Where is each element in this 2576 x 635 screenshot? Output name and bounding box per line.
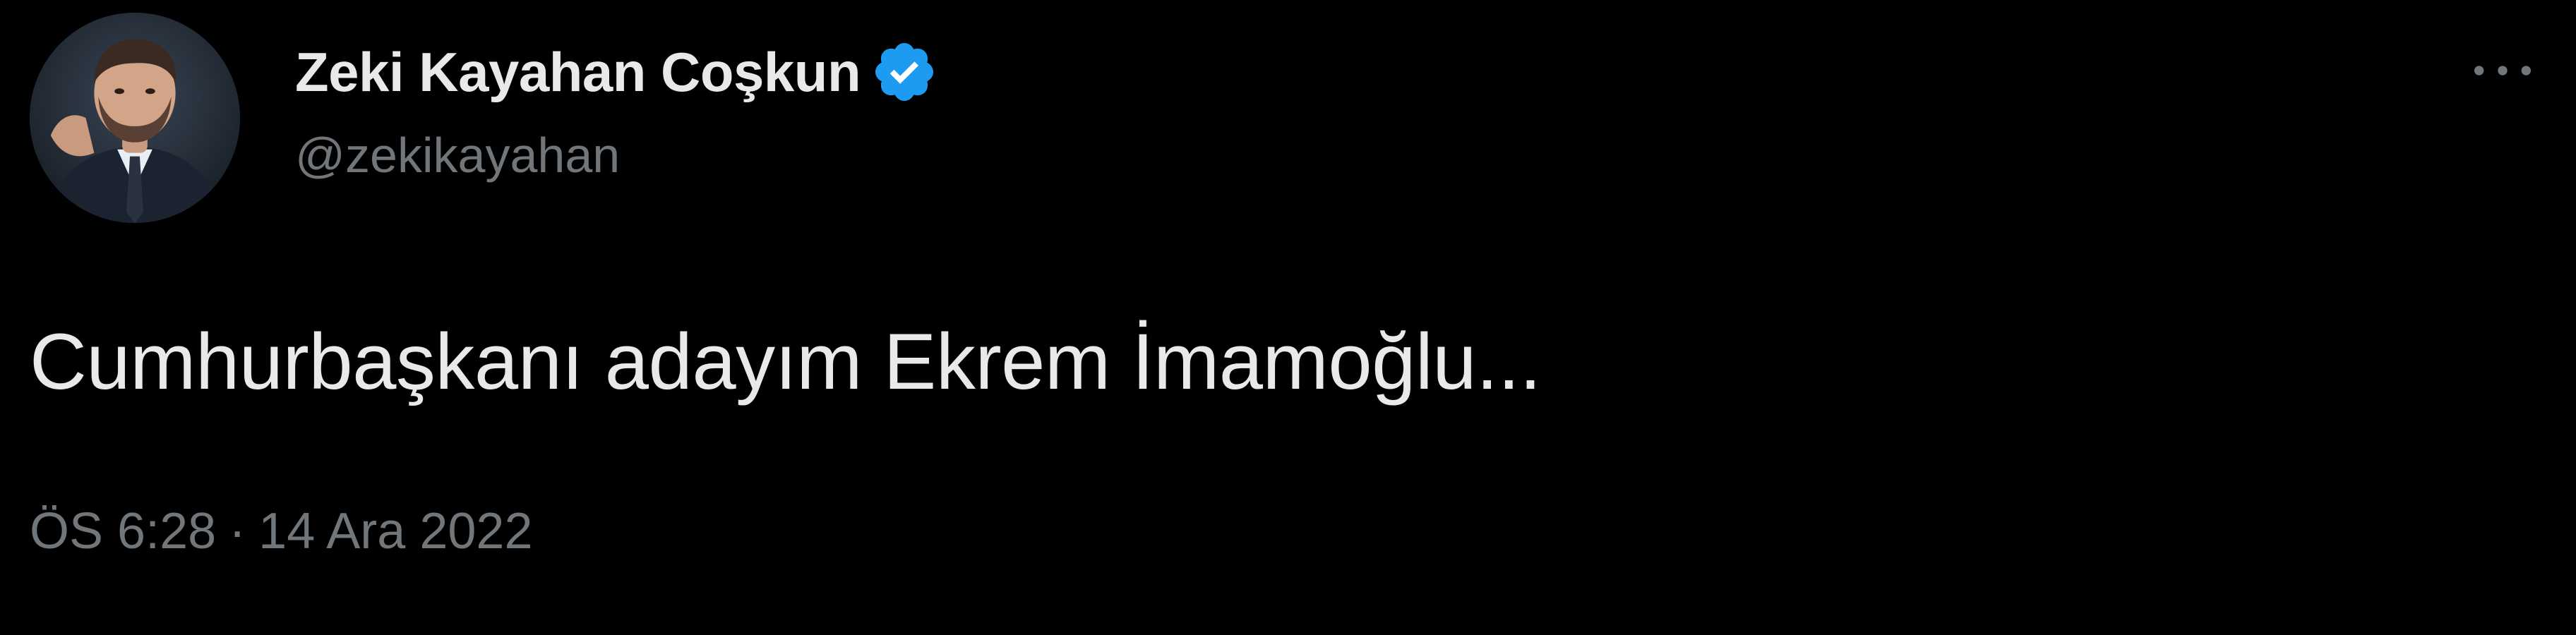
author-name-row: Zeki Kayahan Coşkun — [295, 37, 938, 107]
tweet-timestamp: ÖS 6:28 · 14 Ara 2022 — [30, 502, 533, 560]
verified-badge-icon — [870, 38, 938, 106]
more-options-icon — [2474, 66, 2531, 75]
tweet-date[interactable]: 14 Ara 2022 — [258, 503, 532, 560]
tweet-text: Cumhurbaşkanı adayım Ekrem İmamoğlu... — [30, 318, 1541, 406]
author-display-name[interactable]: Zeki Kayahan Coşkun — [295, 40, 861, 104]
avatar-photo-icon — [30, 13, 240, 223]
author-avatar[interactable] — [30, 13, 240, 223]
meta-separator: · — [229, 503, 246, 560]
author-handle[interactable]: @zekikayahan — [295, 127, 620, 183]
tweet-time[interactable]: ÖS 6:28 — [30, 503, 216, 560]
more-options-button[interactable] — [2464, 42, 2541, 99]
tweet-card: Zeki Kayahan Coşkun @zekikayahan Cumhurb… — [0, 0, 2576, 635]
